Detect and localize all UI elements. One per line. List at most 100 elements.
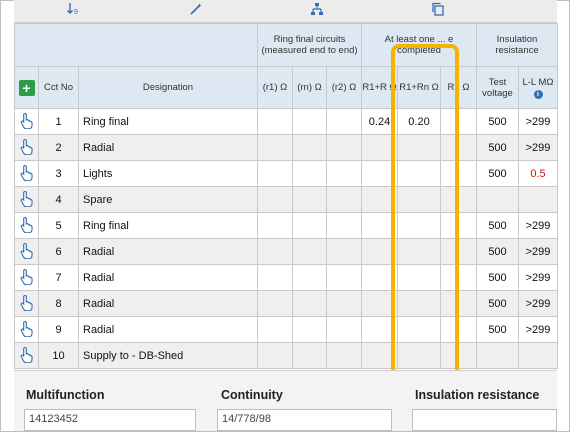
- ll-resistance-cell[interactable]: >299: [518, 290, 558, 317]
- ll-resistance-cell[interactable]: [518, 186, 558, 213]
- pointer-hand-icon[interactable]: [19, 164, 35, 181]
- pointer-hand-icon[interactable]: [19, 294, 35, 311]
- r2-cell[interactable]: [326, 108, 362, 135]
- row-select-cell[interactable]: [14, 342, 39, 369]
- r1-cell[interactable]: [257, 264, 293, 291]
- add-circuit-button[interactable]: +: [18, 79, 35, 96]
- r1-plus-r2-cell[interactable]: [361, 342, 398, 369]
- row-select-cell[interactable]: [14, 238, 39, 265]
- r1-plus-r2-cell[interactable]: [361, 264, 398, 291]
- pointer-hand-icon[interactable]: [19, 216, 35, 233]
- r1-plus-rn-cell[interactable]: [397, 212, 441, 239]
- table-row[interactable]: 4 Spare: [14, 186, 558, 213]
- r2-cell[interactable]: [326, 290, 362, 317]
- row-select-cell[interactable]: [14, 134, 39, 161]
- designation-cell[interactable]: Radial: [78, 134, 258, 161]
- test-voltage-cell[interactable]: 500: [476, 212, 519, 239]
- r2-col-cell[interactable]: [440, 342, 477, 369]
- r2-col-cell[interactable]: [440, 134, 477, 161]
- test-voltage-cell[interactable]: 500: [476, 290, 519, 317]
- row-select-cell[interactable]: [14, 264, 39, 291]
- rn-cell[interactable]: [292, 342, 327, 369]
- r2-col-cell[interactable]: [440, 108, 477, 135]
- pointer-hand-icon[interactable]: [19, 268, 35, 285]
- row-select-cell[interactable]: [14, 186, 39, 213]
- row-select-cell[interactable]: [14, 316, 39, 343]
- r1-plus-rn-cell[interactable]: [397, 342, 441, 369]
- test-voltage-cell[interactable]: 500: [476, 160, 519, 187]
- table-row[interactable]: 3 Lights 500 0.5: [14, 160, 558, 187]
- table-row[interactable]: 7 Radial 500 >299: [14, 264, 558, 291]
- designation-cell[interactable]: Radial: [78, 264, 258, 291]
- r1-plus-rn-cell[interactable]: [397, 238, 441, 265]
- r2-col-cell[interactable]: [440, 186, 477, 213]
- ll-resistance-cell[interactable]: >299: [518, 108, 558, 135]
- pointer-hand-icon[interactable]: [19, 320, 35, 337]
- test-voltage-cell[interactable]: 500: [476, 316, 519, 343]
- rn-cell[interactable]: [292, 316, 327, 343]
- row-select-cell[interactable]: [14, 290, 39, 317]
- r1-plus-r2-cell[interactable]: [361, 238, 398, 265]
- designation-cell[interactable]: Radial: [78, 316, 258, 343]
- table-row[interactable]: 9 Radial 500 >299: [14, 316, 558, 343]
- test-voltage-cell[interactable]: 500: [476, 264, 519, 291]
- table-row[interactable]: 6 Radial 500 >299: [14, 238, 558, 265]
- row-select-cell[interactable]: [14, 108, 39, 135]
- r2-col-cell[interactable]: [440, 290, 477, 317]
- ll-resistance-cell[interactable]: 0.5: [518, 160, 558, 187]
- r1-plus-rn-cell[interactable]: 0.20: [397, 108, 441, 135]
- designation-cell[interactable]: Spare: [78, 186, 258, 213]
- table-row[interactable]: 2 Radial 500 >299: [14, 134, 558, 161]
- row-select-cell[interactable]: [14, 160, 39, 187]
- hierarchy-icon[interactable]: [310, 2, 324, 16]
- r2-cell[interactable]: [326, 186, 362, 213]
- r1-plus-rn-cell[interactable]: [397, 264, 441, 291]
- table-row[interactable]: 5 Ring final 500 >299: [14, 212, 558, 239]
- r1-plus-r2-cell[interactable]: [361, 212, 398, 239]
- r2-cell[interactable]: [326, 134, 362, 161]
- r1-cell[interactable]: [257, 342, 293, 369]
- table-row[interactable]: 1 Ring final 0.24 0.20 500 >299: [14, 108, 558, 135]
- test-voltage-cell[interactable]: 500: [476, 108, 519, 135]
- designation-cell[interactable]: Radial: [78, 238, 258, 265]
- r1-plus-rn-cell[interactable]: [397, 316, 441, 343]
- designation-cell[interactable]: Ring final: [78, 212, 258, 239]
- pointer-hand-icon[interactable]: [19, 346, 35, 363]
- r1-plus-r2-cell[interactable]: 0.24: [361, 108, 398, 135]
- pointer-hand-icon[interactable]: [19, 112, 35, 129]
- test-voltage-cell[interactable]: [476, 342, 519, 369]
- r2-col-cell[interactable]: [440, 160, 477, 187]
- r2-cell[interactable]: [326, 316, 362, 343]
- table-row[interactable]: 10 Supply to - DB-Shed: [14, 342, 558, 369]
- table-row[interactable]: 8 Radial 500 >299: [14, 290, 558, 317]
- designation-cell[interactable]: Lights: [78, 160, 258, 187]
- row-select-cell[interactable]: [14, 212, 39, 239]
- r2-col-cell[interactable]: [440, 264, 477, 291]
- r1-cell[interactable]: [257, 134, 293, 161]
- r2-cell[interactable]: [326, 212, 362, 239]
- designation-cell[interactable]: Ring final: [78, 108, 258, 135]
- r2-cell[interactable]: [326, 238, 362, 265]
- r1-cell[interactable]: [257, 316, 293, 343]
- multifunction-field[interactable]: 14123452: [24, 409, 196, 431]
- pointer-hand-icon[interactable]: [19, 138, 35, 155]
- insulation-resistance-field[interactable]: [412, 409, 557, 431]
- r1-plus-r2-cell[interactable]: [361, 316, 398, 343]
- r1-cell[interactable]: [257, 108, 293, 135]
- r2-cell[interactable]: [326, 342, 362, 369]
- r1-plus-r2-cell[interactable]: [361, 290, 398, 317]
- continuity-field[interactable]: 14/778/98: [217, 409, 392, 431]
- r1-plus-r2-cell[interactable]: [361, 134, 398, 161]
- rn-cell[interactable]: [292, 186, 327, 213]
- test-voltage-cell[interactable]: 500: [476, 134, 519, 161]
- r1-plus-rn-cell[interactable]: [397, 290, 441, 317]
- ll-resistance-cell[interactable]: >299: [518, 134, 558, 161]
- r1-plus-rn-cell[interactable]: [397, 186, 441, 213]
- r1-plus-r2-cell[interactable]: [361, 186, 398, 213]
- r2-col-cell[interactable]: [440, 212, 477, 239]
- pointer-hand-icon[interactable]: [19, 190, 35, 207]
- r1-plus-rn-cell[interactable]: [397, 160, 441, 187]
- designation-cell[interactable]: Radial: [78, 290, 258, 317]
- rn-cell[interactable]: [292, 290, 327, 317]
- sort-icon[interactable]: 9: [66, 2, 80, 16]
